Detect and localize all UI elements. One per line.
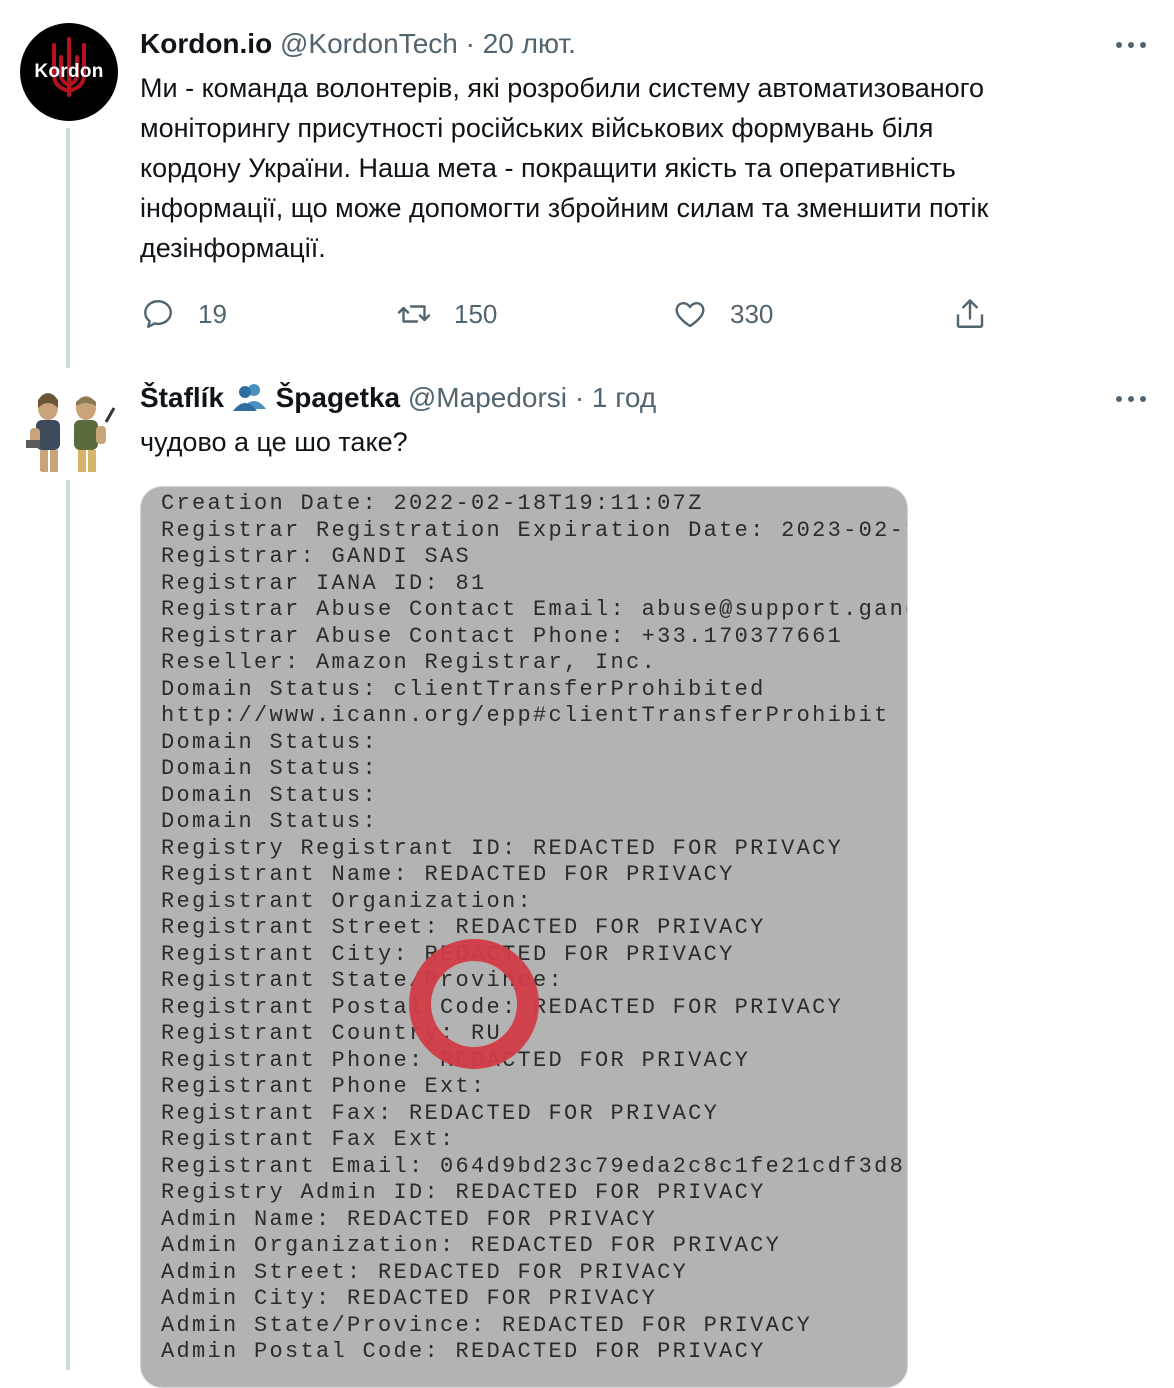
- whois-line: Admin City: REDACTED FOR PRIVACY: [161, 1286, 658, 1311]
- author-name[interactable]: Štaflík: [140, 382, 224, 413]
- tweet-header: Štaflík Špagetka @Mapedorsi · 1 год: [140, 380, 656, 416]
- header-separator: ·: [574, 382, 585, 413]
- whois-line: Registrant Email: 064d9bd23c79eda2c8c1fe…: [161, 1153, 906, 1179]
- more-icon[interactable]: [1116, 40, 1148, 50]
- share-button[interactable]: [952, 292, 988, 336]
- highlight-circle: [409, 939, 539, 1069]
- whois-line: Domain Status: clientTransferProhibited: [161, 676, 766, 702]
- avatar-mapedorsi[interactable]: [18, 378, 120, 480]
- whois-line: Registrant Phone Ext:: [161, 1074, 487, 1099]
- tweet-timestamp[interactable]: 20 лют.: [483, 28, 576, 59]
- whois-line: Registrar IANA ID: 81: [161, 570, 487, 596]
- whois-line: Registrar: GANDI SAS: [161, 544, 472, 569]
- whois-line: Registrar Registration Expiration Date: …: [161, 517, 908, 543]
- retweet-count: 150: [454, 298, 498, 329]
- tweet-text: чудово а це шо таке?: [140, 427, 408, 457]
- whois-line: Reseller: Amazon Registrar, Inc.: [161, 650, 658, 675]
- whois-line: Registrant Fax: REDACTED FOR PRIVACY: [161, 1100, 720, 1126]
- whois-line: Domain Status:: [161, 756, 379, 781]
- whois-line: Creation Date: 2022-02-18T19:11:07Z: [161, 491, 704, 516]
- tweet-timestamp[interactable]: 1 год: [592, 382, 656, 413]
- author-handle[interactable]: @Mapedorsi: [408, 382, 567, 413]
- whois-line: Registry Admin ID: REDACTED FOR PRIVACY: [161, 1180, 766, 1205]
- like-count: 330: [730, 298, 774, 329]
- whois-line: Registrant City: REDACTED FOR PRIVACY: [161, 941, 735, 967]
- tweet-text-line: дезінформації.: [140, 233, 326, 263]
- tweet-text-line: моніторингу присутності російських війсь…: [140, 113, 934, 143]
- whois-line: Admin Organization: REDACTED FOR PRIVACY: [161, 1233, 782, 1258]
- tweet-text-line: інформації, що може допомогти збройним с…: [140, 193, 989, 223]
- attached-image-whois[interactable]: Creation Date: 2022-02-18T19:11:07Z Regis…: [140, 486, 908, 1388]
- tweet-text-line: кордону України. Наша мета - покращити я…: [140, 153, 956, 183]
- whois-line: Registrant Name: REDACTED FOR PRIVACY: [161, 862, 735, 887]
- thread-connector-line-2: [66, 480, 70, 1370]
- tweet-actions: 19 150 330: [140, 292, 1020, 336]
- whois-line: Domain Status:: [161, 809, 379, 834]
- whois-line: Domain Status:: [161, 729, 379, 755]
- retweet-icon: [397, 305, 431, 323]
- whois-line: Registrant Phone: REDACTED FOR PRIVACY: [161, 1047, 751, 1073]
- reply-icon: [144, 300, 172, 328]
- thread-connector-line: [66, 128, 70, 368]
- reply-button[interactable]: 19: [140, 292, 227, 336]
- avatar-brand-text: Kordon: [34, 61, 104, 82]
- more-icon[interactable]: [1116, 394, 1148, 404]
- tweet-text: Ми - команда волонтерів, які розробили с…: [140, 68, 1140, 268]
- whois-text-block: Creation Date: 2022-02-18T19:11:07Z Regis…: [161, 491, 908, 1366]
- whois-line: Admin Postal Code: REDACTED FOR PRIVACY: [161, 1339, 766, 1364]
- avatar-cartoon-figures-icon: [26, 393, 116, 472]
- header-separator: ·: [465, 28, 475, 59]
- share-icon: [956, 299, 984, 328]
- author-handle[interactable]: @KordonTech: [280, 28, 458, 59]
- whois-line: Admin Name: REDACTED FOR PRIVACY: [161, 1206, 658, 1232]
- whois-line: Admin State/Province: REDACTED FOR PRIVA…: [161, 1312, 813, 1338]
- like-button[interactable]: 330: [672, 292, 773, 336]
- whois-line: http://www.icann.org/epp#clientTransferP…: [161, 703, 890, 728]
- whois-line: Registrar Abuse Contact Email: abuse@sup…: [161, 597, 908, 622]
- whois-line: Registrar Abuse Contact Phone: +33.17037…: [161, 623, 844, 649]
- people-emoji-icon: [232, 384, 266, 411]
- reply-count: 19: [198, 298, 227, 329]
- whois-line: Registrant Organization:: [161, 888, 534, 914]
- whois-line: Registrant Street: REDACTED FOR PRIVACY: [161, 915, 766, 940]
- retweet-button[interactable]: 150: [396, 292, 497, 336]
- whois-line: Admin Street: REDACTED FOR PRIVACY: [161, 1259, 689, 1285]
- whois-line: Domain Status:: [161, 782, 379, 808]
- like-icon: [675, 302, 705, 328]
- author-name[interactable]: Kordon.io: [140, 28, 272, 59]
- tweet-header: Kordon.io @KordonTech · 20 лют.: [140, 26, 576, 62]
- author-name-part2[interactable]: Špagetka: [276, 382, 401, 413]
- tweet-text-line: Ми - команда волонтерів, які розробили с…: [140, 73, 984, 103]
- whois-line: Registrant Fax Ext:: [161, 1127, 456, 1152]
- avatar-kordon[interactable]: Kordon: [20, 23, 118, 121]
- whois-line: Registry Registrant ID: REDACTED FOR PRI…: [161, 835, 844, 861]
